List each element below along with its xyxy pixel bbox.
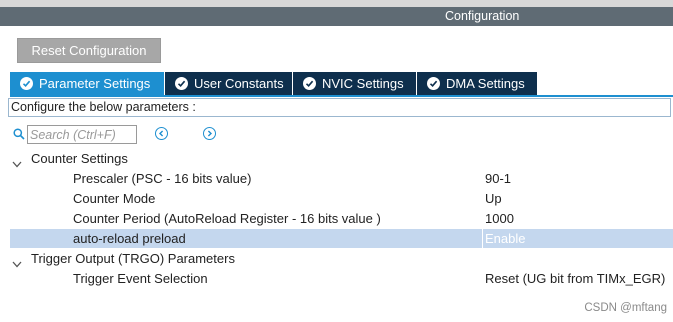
search-icon bbox=[13, 128, 25, 143]
param-label: Counter Mode bbox=[73, 191, 156, 206]
group-label: Trigger Output (TRGO) Parameters bbox=[31, 251, 235, 266]
tab-label: DMA Settings bbox=[446, 76, 525, 91]
chevron-left-circle-icon[interactable] bbox=[155, 127, 168, 140]
search-input[interactable] bbox=[27, 125, 137, 144]
tab-user-constants[interactable]: User Constants bbox=[165, 72, 293, 95]
tab-label: User Constants bbox=[194, 76, 284, 91]
param-row-counter-period[interactable]: Counter Period (AutoReload Register - 16… bbox=[10, 209, 673, 228]
chevron-right-circle-icon[interactable] bbox=[203, 127, 216, 140]
param-row-trigger-event-selection[interactable]: Trigger Event Selection Reset (UG bit fr… bbox=[10, 269, 673, 288]
window-title: Configuration bbox=[445, 9, 520, 23]
param-row-auto-reload-preload[interactable]: auto-reload preload Enable bbox=[10, 229, 673, 248]
tab-parameter-settings[interactable]: Parameter Settings bbox=[10, 72, 165, 95]
param-value[interactable]: Up bbox=[485, 189, 502, 208]
param-value[interactable]: 90-1 bbox=[485, 169, 511, 188]
param-label: Counter Period (AutoReload Register - 16… bbox=[73, 211, 381, 226]
configuration-panel: Configuration Reset Configuration Parame… bbox=[0, 0, 673, 322]
title-bar: Configuration bbox=[0, 7, 673, 26]
top-strip bbox=[0, 0, 673, 7]
instructions-text: Configure the below parameters : bbox=[8, 98, 671, 117]
group-trigger-output[interactable]: Trigger Output (TRGO) Parameters bbox=[10, 249, 673, 268]
param-row-counter-mode[interactable]: Counter Mode Up bbox=[10, 189, 673, 208]
tab-bar: Parameter Settings User Constants NVIC S… bbox=[10, 72, 538, 95]
tab-label: Parameter Settings bbox=[39, 76, 151, 91]
param-value[interactable]: 1000 bbox=[485, 209, 514, 228]
group-counter-settings[interactable]: Counter Settings bbox=[10, 149, 673, 168]
param-label: Trigger Event Selection bbox=[73, 271, 208, 286]
param-value[interactable]: Enable bbox=[485, 229, 525, 248]
tab-underline bbox=[10, 95, 673, 97]
check-circle-icon bbox=[175, 77, 188, 90]
check-circle-icon bbox=[303, 77, 316, 90]
watermark: CSDN @mftang bbox=[584, 302, 667, 314]
param-label: auto-reload preload bbox=[73, 231, 186, 246]
check-circle-icon bbox=[427, 77, 440, 90]
tab-dma-settings[interactable]: DMA Settings bbox=[417, 72, 538, 95]
tab-label: NVIC Settings bbox=[322, 76, 404, 91]
value-divider bbox=[482, 229, 483, 248]
param-row-prescaler[interactable]: Prescaler (PSC - 16 bits value) 90-1 bbox=[10, 169, 673, 188]
reset-configuration-button[interactable]: Reset Configuration bbox=[17, 38, 161, 63]
check-circle-icon bbox=[20, 77, 33, 90]
tab-nvic-settings[interactable]: NVIC Settings bbox=[293, 72, 417, 95]
param-label: Prescaler (PSC - 16 bits value) bbox=[73, 171, 252, 186]
param-value[interactable]: Reset (UG bit from TIMx_EGR) bbox=[485, 269, 665, 288]
group-label: Counter Settings bbox=[31, 151, 128, 166]
